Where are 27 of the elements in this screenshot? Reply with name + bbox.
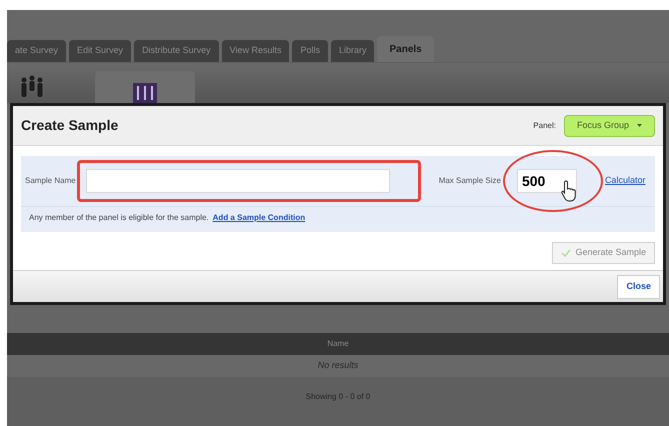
add-condition-link[interactable]: Add a Sample Condition <box>212 212 306 224</box>
pager-text: Showing 0 - 0 of 0 <box>306 391 370 403</box>
panel-label: Panel: <box>533 120 556 132</box>
panel-dropdown[interactable]: Focus Group <box>564 114 655 136</box>
tab[interactable]: Edit Survey <box>69 40 132 62</box>
dialog-title: Create Sample <box>21 116 118 135</box>
hand-cursor-icon <box>561 180 577 202</box>
sample-name-label: Sample Name <box>25 175 76 187</box>
icon-tab[interactable] <box>95 71 195 103</box>
tab[interactable]: ate Survey <box>7 40 66 62</box>
max-size-field[interactable]: 500 <box>516 169 577 193</box>
calculator-link[interactable]: Calculator <box>604 174 646 188</box>
tab[interactable]: Panels <box>377 36 434 62</box>
checkmark-icon <box>561 249 572 257</box>
close-button[interactable]: Close <box>617 274 660 298</box>
column-header: Name <box>326 338 350 350</box>
caret-icon <box>637 124 642 127</box>
empty-message: No results <box>318 359 358 372</box>
tab[interactable]: Distribute Survey <box>134 40 219 62</box>
eligibility-text: Any member of the panel is eligible for the sample. <box>29 212 209 224</box>
max-size-label: Max Sample Size <box>438 175 501 187</box>
tab[interactable]: Library <box>330 40 374 62</box>
people-icon[interactable] <box>19 75 45 99</box>
sample-name-field[interactable] <box>86 169 390 193</box>
tab[interactable]: Polls <box>292 40 328 62</box>
sliders-icon <box>133 83 157 103</box>
tab[interactable]: View Results <box>222 40 290 62</box>
